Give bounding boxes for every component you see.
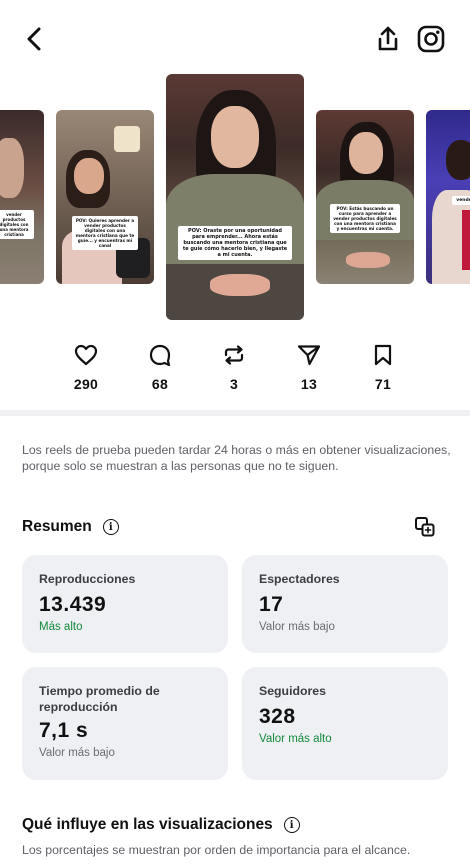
metric-note: Más alto — [39, 621, 83, 633]
metric-card-avg-watch-time[interactable]: Tiempo promedio de reproducción 7,1 s Va… — [22, 667, 228, 780]
metric-value: 7,1 s — [39, 719, 89, 742]
reel-thumbnail[interactable]: POV: Quieres aprender a vender productos… — [56, 110, 154, 284]
compare-icon[interactable] — [414, 516, 436, 538]
reel-thumbnail-selected[interactable]: POV: Oraste por una oportunidad para emp… — [166, 74, 304, 320]
reel-caption: POV: Quieres aprender a vender productos… — [72, 216, 138, 250]
metric-label: Tiempo promedio de reproducción — [39, 684, 160, 714]
influence-header: Qué influye en las visualizaciones i — [22, 816, 452, 834]
metric-card-plays[interactable]: Reproducciones 13.439 Más alto — [22, 555, 228, 653]
send-icon — [297, 345, 321, 366]
info-icon[interactable]: i — [102, 519, 119, 535]
trial-reels-notice: Los reels de prueba pueden tardar 24 hor… — [22, 443, 451, 473]
saves-stat[interactable]: 71 — [353, 344, 413, 392]
reel-thumbnail[interactable]: vende — [426, 110, 470, 284]
reels-carousel: vender productos digitales con una mento… — [0, 72, 470, 322]
metric-value: 13.439 — [39, 593, 107, 616]
metric-value: 17 — [259, 593, 284, 616]
heart-icon — [74, 344, 98, 366]
summary-title: Resumen — [22, 518, 92, 535]
influence-title: Qué influye en las visualizaciones — [22, 816, 273, 833]
saves-count: 71 — [374, 376, 392, 392]
metric-card-viewers[interactable]: Espectadores 17 Valor más bajo — [242, 555, 448, 653]
shares-count: 13 — [300, 376, 318, 392]
influence-subtitle: Los porcentajes se muestran por orden de… — [22, 843, 411, 857]
reposts-stat[interactable]: 3 — [204, 344, 264, 392]
reposts-count: 3 — [229, 376, 239, 392]
metric-card-followers[interactable]: Seguidores 328 Valor más alto — [242, 667, 448, 780]
reel-caption: POV: Oraste por una oportunidad para emp… — [178, 226, 292, 260]
reel-thumbnail[interactable]: vender productos digitales con una mento… — [0, 110, 44, 284]
instagram-icon[interactable] — [416, 24, 446, 54]
top-bar — [0, 0, 470, 76]
summary-header: Resumen i — [22, 516, 452, 538]
reel-caption: vender productos digitales con una mento… — [0, 210, 34, 239]
likes-stat[interactable]: 290 — [56, 344, 116, 392]
metric-label: Espectadores — [259, 572, 340, 586]
metric-note: Valor más bajo — [39, 747, 115, 759]
comments-stat[interactable]: 68 — [130, 344, 190, 392]
comment-icon — [149, 344, 171, 366]
metric-value: 328 — [259, 705, 296, 728]
info-icon[interactable]: i — [283, 817, 300, 833]
likes-count: 290 — [73, 376, 99, 392]
share-upload-icon[interactable] — [373, 24, 403, 54]
comments-count: 68 — [151, 376, 169, 392]
metric-label: Reproducciones — [39, 572, 136, 586]
engagement-row: 290 68 3 13 71 — [0, 344, 470, 396]
bookmark-icon — [374, 344, 392, 366]
reel-caption: vende — [452, 196, 470, 205]
divider — [0, 410, 470, 416]
metric-note: Valor más bajo — [259, 621, 335, 633]
chevron-left-icon[interactable] — [20, 24, 48, 54]
metric-label: Seguidores — [259, 684, 326, 698]
metric-note: Valor más alto — [259, 733, 332, 745]
reel-caption: POV: Estás buscando un curso para aprend… — [330, 204, 400, 233]
shares-stat[interactable]: 13 — [279, 344, 339, 392]
reel-thumbnail[interactable]: POV: Estás buscando un curso para aprend… — [316, 110, 414, 284]
repost-icon — [224, 345, 244, 365]
